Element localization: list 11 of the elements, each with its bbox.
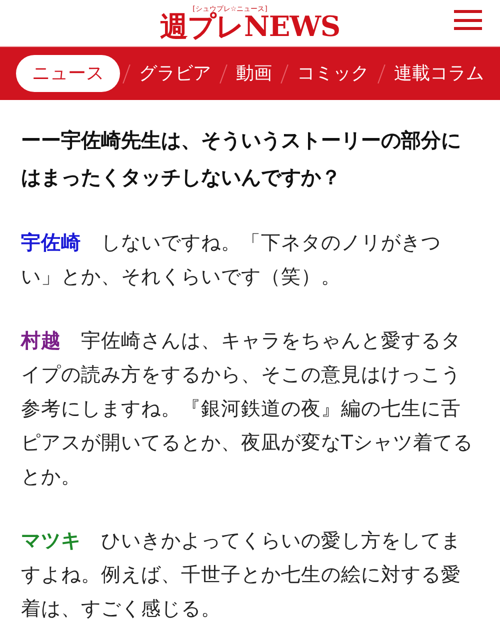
nav-tab[interactable]: グラビア — [133, 55, 217, 92]
interview-answer: 村越 宇佐崎さんは、キャラをちゃんと愛するタイプの読み方をするから、そこの意見はけっこう参考にしますね。『銀河鉄道の夜』編の七生に舌ピアスが開いてるとか、夜凪が変なTシャツ着てるとか。 — [21, 328, 474, 490]
nav-tab[interactable]: ニュース — [16, 55, 120, 92]
menu-icon[interactable] — [454, 8, 482, 32]
nav-tab[interactable]: 動画 — [230, 55, 278, 92]
nav-tab[interactable]: 連載コラム — [388, 55, 490, 92]
interview-question: ーー宇佐崎先生は、そういうストーリーの部分にはまったくタッチしないんですか？ — [21, 127, 462, 191]
interview-answer: 宇佐崎 しないですね。「下ネタのノリがきつい」とか、それくらいです（笑）。 — [21, 230, 442, 290]
site-logo[interactable]: 週プレNEWS — [160, 12, 340, 40]
nav-tab[interactable]: コミック — [291, 55, 375, 92]
interview-answer: マツキ ひいきかよってくらいの愛し方をしてますよね。例えば、千世子とか七生の絵に対する愛着は、すごく感じる。 — [21, 528, 462, 622]
